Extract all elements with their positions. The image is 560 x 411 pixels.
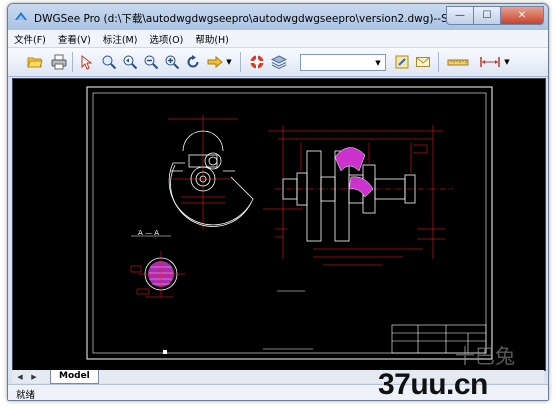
cad-drawing: A — A <box>86 86 493 360</box>
toolbar: ▼ ▼ ▼ <box>8 48 548 77</box>
status-text: 就绪 <box>16 390 36 401</box>
bookmark-icon[interactable] <box>393 53 411 71</box>
close-button[interactable]: ✕ <box>501 6 544 25</box>
crankshaft-side-view <box>263 125 453 266</box>
zoom-in-icon[interactable] <box>163 53 181 71</box>
select-icon[interactable] <box>78 53 96 71</box>
minimize-button[interactable]: — <box>446 6 474 25</box>
dimension-icon[interactable] <box>478 53 502 71</box>
title-bar[interactable]: DWGSee Pro (d:\下载\autodwgdwgseepro\autod… <box>8 4 548 30</box>
layers-icon[interactable] <box>270 53 288 71</box>
crank-end-view <box>168 115 254 229</box>
menu-bar: 文件(F) 查看(V) 标注(M) 选项(O) 帮助(H) <box>8 30 548 48</box>
chevron-down-icon: ▼ <box>375 58 381 67</box>
tab-next-icon[interactable]: ▶ <box>28 371 40 382</box>
watermark-faint-text: 十巴兔 <box>455 344 515 368</box>
zoom-out-icon[interactable] <box>142 53 160 71</box>
lifebuoy-icon[interactable] <box>248 53 266 71</box>
zoom-window-icon[interactable] <box>100 53 118 71</box>
view-selector-dropdown[interactable]: ▼ <box>300 54 386 71</box>
site-watermark: 37uu.cn <box>378 368 488 401</box>
rotate-icon[interactable] <box>184 53 202 71</box>
chevron-down-icon[interactable]: ▼ <box>224 53 234 71</box>
app-logo-icon <box>15 12 27 20</box>
forward-arrow-icon[interactable] <box>206 53 224 71</box>
open-folder-icon[interactable] <box>26 53 44 71</box>
print-icon[interactable] <box>50 53 68 71</box>
menu-markup[interactable]: 标注(M) <box>97 30 144 47</box>
menu-options[interactable]: 选项(O) <box>143 30 189 47</box>
drawing-notes <box>263 290 313 350</box>
chevron-down-icon[interactable]: ▼ <box>502 53 512 71</box>
tab-prev-icon[interactable]: ◀ <box>14 371 26 382</box>
tab-model[interactable]: Model <box>50 370 99 384</box>
email-icon[interactable] <box>414 53 432 71</box>
menu-help[interactable]: 帮助(H) <box>189 30 235 47</box>
zoom-previous-icon[interactable] <box>121 53 139 71</box>
measure-ruler-icon[interactable] <box>446 53 470 71</box>
menu-view[interactable]: 查看(V) <box>52 30 97 47</box>
menu-file[interactable]: 文件(F) <box>8 30 52 47</box>
drawing-canvas[interactable]: A — A <box>12 78 546 371</box>
maximize-button[interactable]: ☐ <box>474 6 501 25</box>
section-a-a-view <box>130 251 185 298</box>
